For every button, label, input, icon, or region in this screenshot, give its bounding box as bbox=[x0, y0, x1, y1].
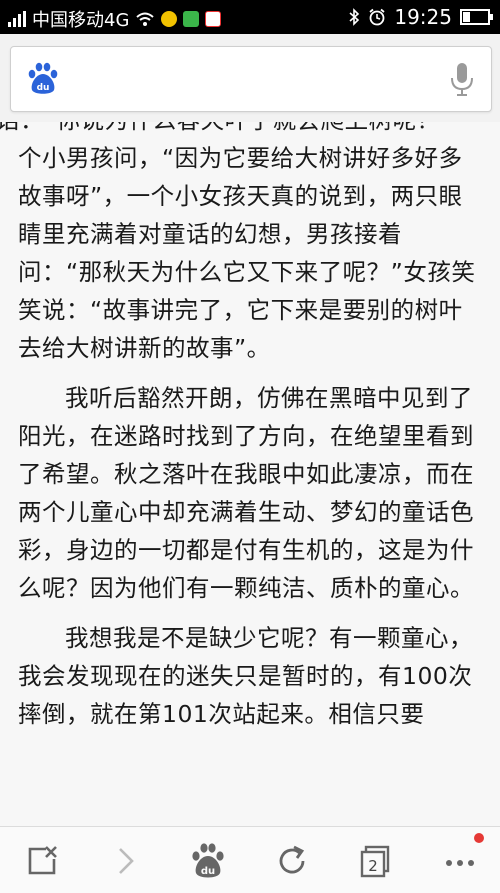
home-logo-text: du bbox=[201, 866, 215, 877]
battery-fill bbox=[463, 12, 470, 22]
close-page-icon bbox=[28, 846, 57, 875]
baidu-logo-text: du bbox=[37, 83, 50, 93]
refresh-button[interactable] bbox=[272, 841, 312, 881]
article-content[interactable]: 一段对话：“你说为什么春天叶子就会爬上树呢？”一个小男孩问，“因为它要给大树讲好… bbox=[0, 122, 500, 826]
article-paragraph: 我想我是不是缺少它呢？有一颗童心，我会发现现在的迷失只是暂时的，有100次摔倒，… bbox=[18, 624, 473, 728]
clock-time: 19:25 bbox=[394, 5, 452, 29]
tabs-button[interactable]: 2 bbox=[356, 841, 396, 881]
search-input[interactable]: du bbox=[10, 46, 492, 112]
baidu-paw-logo-icon[interactable]: du bbox=[25, 61, 61, 97]
battery-icon bbox=[460, 9, 493, 25]
forward-button[interactable] bbox=[106, 841, 146, 881]
chevron-right-icon bbox=[119, 848, 134, 874]
bottom-toolbar: du 2 bbox=[0, 826, 500, 893]
wifi-icon bbox=[136, 12, 155, 26]
close-page-button[interactable] bbox=[22, 841, 62, 881]
home-button[interactable]: du bbox=[188, 841, 228, 881]
status-right: 19:25 bbox=[348, 5, 493, 29]
article-paragraph: 我听后豁然开朗，仿佛在黑暗中见到了阳光，在迷路时找到了方向，在绝望里看到了希望。… bbox=[18, 384, 474, 602]
article-paragraph: 一段对话：“你说为什么春天叶子就会爬上树呢？”一个小男孩问，“因为它要给大树讲好… bbox=[0, 122, 477, 362]
status-bar: 中国移动4G 19:25 bbox=[0, 0, 500, 34]
hundred-notification-icon bbox=[205, 11, 222, 27]
browser-header: du bbox=[0, 34, 500, 123]
baidu-paw-home-icon: du bbox=[192, 843, 224, 878]
tabs-icon: 2 bbox=[360, 845, 390, 878]
carrier-label: 中国移动4G bbox=[32, 10, 130, 31]
lock-notification-icon bbox=[183, 11, 200, 27]
signal-strength-icon bbox=[8, 11, 26, 27]
menu-button[interactable] bbox=[440, 841, 480, 881]
app-notification-icon bbox=[161, 11, 178, 27]
notification-dot bbox=[474, 833, 484, 843]
article-body: 一段对话：“你说为什么春天叶子就会爬上树呢？”一个小男孩问，“因为它要给大树讲好… bbox=[0, 122, 484, 745]
status-left: 中国移动4G bbox=[8, 6, 222, 32]
more-menu-icon bbox=[446, 860, 474, 866]
alarm-icon bbox=[369, 8, 385, 26]
tab-count: 2 bbox=[368, 857, 378, 875]
microphone-icon[interactable] bbox=[449, 61, 475, 97]
refresh-icon bbox=[279, 845, 305, 874]
bluetooth-icon bbox=[349, 8, 360, 26]
